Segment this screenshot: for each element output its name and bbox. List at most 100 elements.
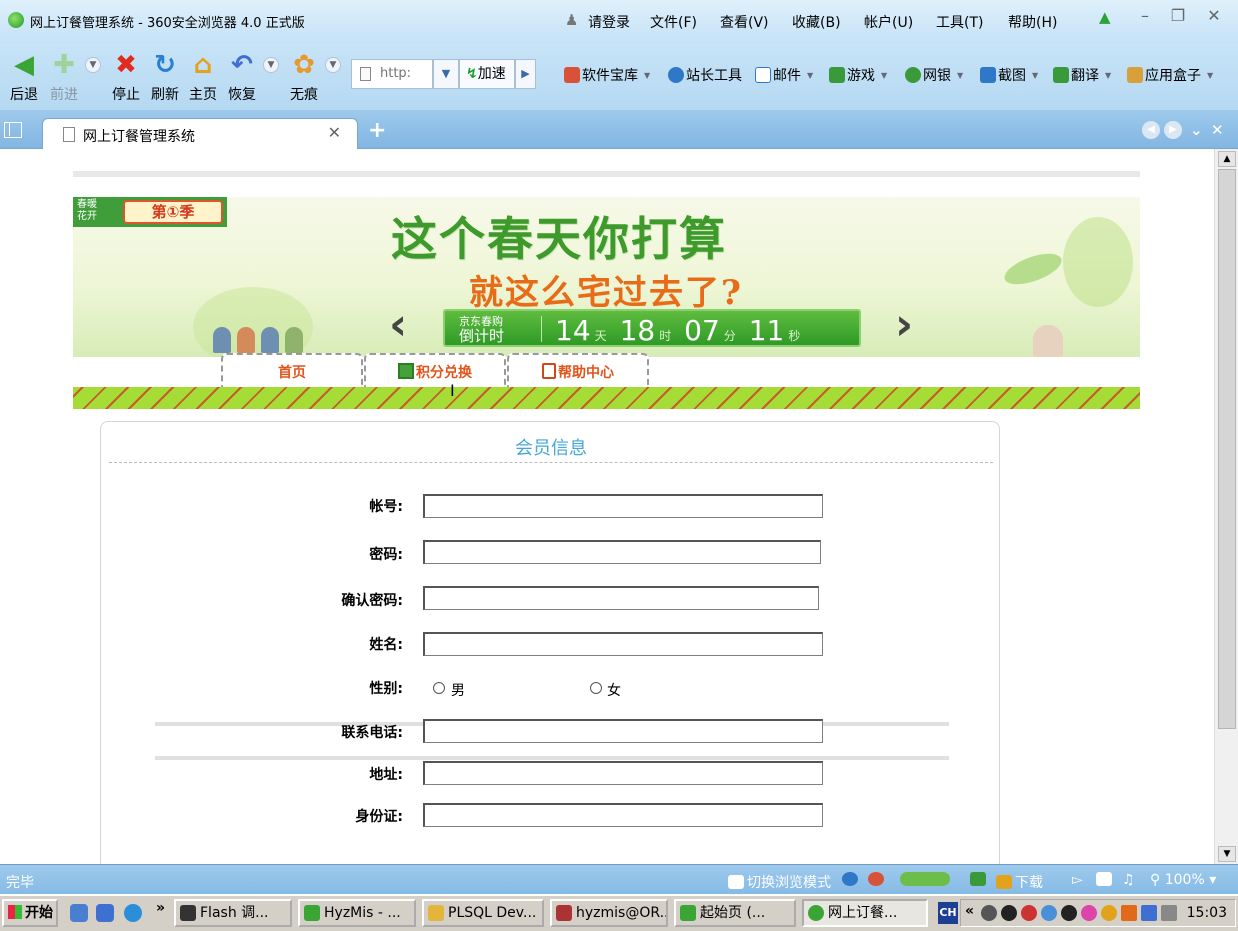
link-mail[interactable]: 邮件 ▼ [755, 65, 813, 85]
new-tab-button[interactable]: + [368, 118, 386, 143]
task-plsql[interactable]: PLSQL Dev... [422, 899, 544, 927]
security-icon[interactable] [868, 872, 887, 888]
address-bar[interactable] [351, 59, 433, 89]
quicklaunch-ie-icon[interactable] [124, 904, 142, 922]
zoom-control[interactable]: ⚲ 100% ▾ [1150, 872, 1216, 888]
account-input[interactable] [423, 494, 823, 518]
download-button[interactable]: 下载 [996, 872, 1043, 892]
link-game[interactable]: 游戏 ▼ [829, 65, 887, 85]
stop-button[interactable]: ✖ 停止 [106, 50, 146, 104]
restore-dropdown-icon[interactable]: ▼ [263, 57, 279, 73]
tray-expand-icon[interactable]: « [965, 903, 974, 919]
tray-app-icon[interactable] [1041, 905, 1057, 921]
close-all-tabs-icon[interactable]: ✕ [1211, 121, 1224, 139]
address-dropdown-button[interactable]: ▼ [433, 59, 459, 89]
address-input[interactable] [423, 761, 823, 785]
tab-list-icon[interactable]: ⌄ [1190, 121, 1203, 139]
runner-illustration [1033, 325, 1063, 357]
tab-active[interactable]: 网上订餐管理系统 ✕ [42, 118, 358, 150]
task-start-page[interactable]: 起始页 (... [674, 899, 796, 927]
scroll-thumb[interactable] [1218, 169, 1236, 729]
switch-browse-mode[interactable]: 切换浏览模式 [728, 872, 831, 892]
print-icon[interactable] [1096, 872, 1115, 888]
maximize-button[interactable]: ❐ [1166, 6, 1190, 28]
incognito-label: 无痕 [290, 87, 318, 103]
banner-prev-icon[interactable]: ‹ [389, 303, 407, 347]
pin-icon[interactable]: ▻ [1072, 872, 1083, 888]
tray-qq-icon[interactable] [1001, 905, 1017, 921]
volume-icon[interactable]: ♫ [1122, 872, 1135, 888]
phone-input[interactable] [423, 719, 823, 743]
quicklaunch-more-icon[interactable]: » [156, 900, 165, 916]
tab-scroll-left-icon[interactable]: ◀ [1142, 121, 1160, 139]
incognito-dropdown-icon[interactable]: ▼ [325, 57, 341, 73]
back-button[interactable]: ◀ 后退 [4, 50, 44, 104]
download-icon [996, 875, 1012, 889]
tab-scroll-right-icon[interactable]: ▶ [1164, 121, 1182, 139]
gender-male-radio[interactable] [433, 682, 445, 694]
scroll-down-icon[interactable]: ▼ [1218, 846, 1236, 862]
task-hyzmis-oracle[interactable]: hyzmis@OR... [550, 899, 668, 927]
tray-security-icon[interactable] [1101, 905, 1117, 921]
tray-monitor-icon[interactable] [1141, 905, 1157, 921]
vertical-scrollbar[interactable]: ▲ ▼ [1214, 149, 1238, 864]
nav-home[interactable]: 首页 [221, 353, 363, 389]
menu-view[interactable]: 查看(V) [720, 12, 769, 32]
name-input[interactable] [423, 632, 823, 656]
tray-volume-icon[interactable] [1161, 905, 1177, 921]
close-window-button[interactable]: ✕ [1202, 6, 1226, 28]
home-button[interactable]: ⌂ 主页 [183, 50, 223, 104]
password-input[interactable] [423, 540, 821, 564]
incognito-button[interactable]: ✿ 无痕 [284, 50, 324, 104]
id-card-input[interactable] [423, 803, 823, 827]
link-app-box[interactable]: 应用盒子 ▼ [1127, 65, 1213, 85]
menu-help[interactable]: 帮助(H) [1008, 12, 1057, 32]
speed-button[interactable]: ↯加速 [459, 59, 515, 89]
login-link[interactable]: 请登录 [588, 12, 630, 32]
nav-points-exchange[interactable]: 积分兑换 [364, 353, 506, 389]
restore-button[interactable]: ↶ 恢复 [222, 50, 262, 104]
banner-next-icon[interactable]: › [895, 303, 913, 347]
address-input[interactable] [380, 66, 430, 81]
menu-file[interactable]: 文件(F) [650, 12, 697, 32]
link-translate[interactable]: 翻译 ▼ [1053, 65, 1111, 85]
calendar-icon[interactable] [970, 872, 989, 888]
promo-banner[interactable]: 春暖 花开 第①季 这个春天你打算 就这么宅过去了? ‹ › 京东春购 倒计时 14… [73, 197, 1140, 357]
link-screenshot[interactable]: 截图 ▼ [980, 65, 1038, 85]
stop-label: 停止 [112, 87, 140, 103]
scroll-up-icon[interactable]: ▲ [1218, 151, 1236, 167]
tray-chat-icon[interactable] [1081, 905, 1097, 921]
sidebar-toggle-icon[interactable] [4, 122, 22, 138]
tray-qq3-icon[interactable] [1061, 905, 1077, 921]
ie-mode-icon[interactable] [842, 872, 861, 888]
ime-indicator[interactable]: CH [938, 902, 958, 924]
skin-icon[interactable]: ▲ [1099, 8, 1111, 26]
go-button[interactable]: ▶ [515, 59, 536, 89]
quicklaunch-desktop-icon[interactable] [96, 904, 114, 922]
task-hyzmis[interactable]: HyzMis - ... [298, 899, 416, 927]
confirm-password-input[interactable] [423, 586, 819, 610]
menu-account[interactable]: 帐户(U) [864, 12, 913, 32]
nav-help-center[interactable]: 帮助中心 [507, 353, 649, 389]
toggle-switch-icon[interactable] [900, 872, 953, 888]
task-ordering-system[interactable]: 网上订餐... [802, 899, 928, 927]
minimize-button[interactable]: – [1133, 6, 1157, 28]
tray-qq2-icon[interactable] [1021, 905, 1037, 921]
close-tab-icon[interactable]: ✕ [328, 123, 341, 142]
tray-mail-icon[interactable] [1121, 905, 1137, 921]
menu-tools[interactable]: 工具(T) [936, 12, 983, 32]
task-flash[interactable]: Flash 调... [174, 899, 292, 927]
start-button[interactable]: 开始 [2, 899, 58, 927]
link-software-store[interactable]: 软件宝库 ▼ [564, 65, 650, 85]
link-online-bank[interactable]: 网银 ▼ [905, 65, 963, 85]
gender-female-radio[interactable] [590, 682, 602, 694]
user-icon[interactable]: ♟ [565, 11, 581, 29]
tray-network-icon[interactable] [981, 905, 997, 921]
refresh-button[interactable]: ↻ 刷新 [145, 50, 185, 104]
link-webmaster-tools[interactable]: 站长工具 [668, 65, 742, 85]
forward-button[interactable]: ✚ 前进 [44, 50, 84, 104]
quicklaunch-explorer-icon[interactable] [70, 904, 88, 922]
forward-dropdown-icon[interactable]: ▼ [85, 57, 101, 73]
menu-favorites[interactable]: 收藏(B) [792, 12, 841, 32]
page-content: 春暖 花开 第①季 这个春天你打算 就这么宅过去了? ‹ › 京东春购 倒计时 14… [0, 149, 1214, 864]
